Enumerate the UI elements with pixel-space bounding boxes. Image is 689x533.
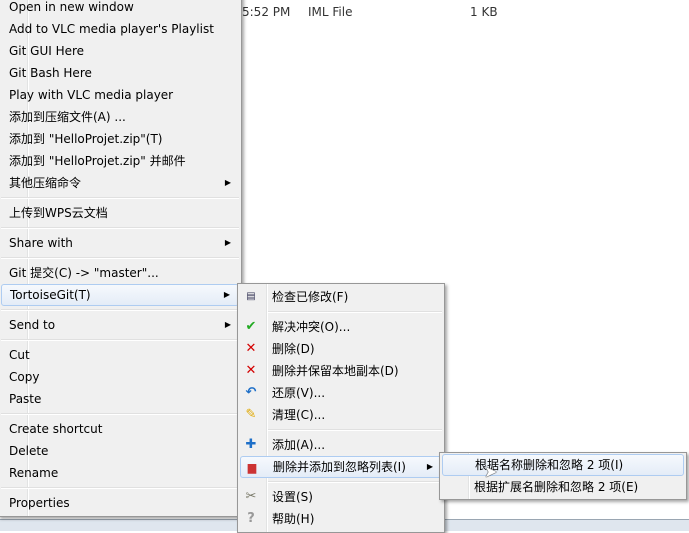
menu-create-shortcut[interactable]: Create shortcut xyxy=(1,418,239,440)
delete-x-icon: ✕ xyxy=(245,341,257,356)
menu-play-vlc[interactable]: Play with VLC media player xyxy=(1,84,239,106)
menu-label: TortoiseGit(T) xyxy=(10,288,91,302)
separator xyxy=(0,410,241,418)
menu-delete[interactable]: Delete xyxy=(1,440,239,462)
separator xyxy=(238,308,444,316)
separator xyxy=(0,306,241,314)
menu-cut[interactable]: Cut xyxy=(1,344,239,366)
submenu-arrow-icon: ▶ xyxy=(224,178,231,187)
menu-paste[interactable]: Paste xyxy=(1,388,239,410)
menu-label: 其他压缩命令 xyxy=(9,176,82,190)
menu-add-archive[interactable]: 添加到压缩文件(A) ... xyxy=(1,106,239,128)
submenu-arrow-icon: ▶ xyxy=(224,238,231,247)
add-plus-icon: ✚ xyxy=(245,437,257,452)
separator xyxy=(0,254,241,262)
tortoisegit-submenu: ▤ 检查已修改(F) ✔ 解决冲突(O)... ✕ 删除(D) ✕ 删除并保留本地副本(… xyxy=(237,283,445,533)
menu-label: 设置(S) xyxy=(272,490,313,504)
separator xyxy=(0,224,241,232)
menu-remove[interactable]: ✕ 删除(D) xyxy=(240,338,442,360)
settings-pliers-icon: ✂ xyxy=(245,489,257,504)
ignore-list-icon: ▆ xyxy=(247,461,257,474)
menu-send-to[interactable]: Send to ▶ xyxy=(1,314,239,336)
menu-git-bash[interactable]: Git Bash Here xyxy=(1,62,239,84)
revert-icon: ↶ xyxy=(245,385,257,400)
submenu-arrow-icon: ▶ xyxy=(426,462,433,471)
menu-remove-add-ignore[interactable]: ▆ 删除并添加到忽略列表(I) ▶ xyxy=(240,456,442,478)
menu-label: 还原(V)... xyxy=(272,386,326,400)
separator xyxy=(0,484,241,492)
menu-revert[interactable]: ↶ 还原(V)... xyxy=(240,382,442,404)
mouse-cursor-icon: ➤ xyxy=(484,462,498,481)
resolve-check-icon: ✔ xyxy=(245,319,257,334)
menu-properties[interactable]: Properties xyxy=(1,492,239,514)
menu-label: Share with xyxy=(9,236,73,250)
help-icon: ? xyxy=(247,511,255,526)
separator xyxy=(238,426,444,434)
menu-label: 删除并保留本地副本(D) xyxy=(272,364,399,378)
file-type: IML File xyxy=(308,5,353,19)
menu-rename[interactable]: Rename xyxy=(1,462,239,484)
menu-add-vlc-playlist[interactable]: Add to VLC media player's Playlist xyxy=(1,18,239,40)
file-size: 1 KB xyxy=(470,5,498,19)
menu-other-compress[interactable]: 其他压缩命令 ▶ xyxy=(1,172,239,194)
separator xyxy=(0,194,241,202)
menu-share-with[interactable]: Share with ▶ xyxy=(1,232,239,254)
context-menu: Open in new window Add to VLC media play… xyxy=(0,0,242,517)
menu-settings[interactable]: ✂ 设置(S) xyxy=(240,486,442,508)
submenu-arrow-icon: ▶ xyxy=(224,320,231,329)
menu-help[interactable]: ? 帮助(H) xyxy=(240,508,442,530)
menu-label: 添加(A)... xyxy=(272,438,326,452)
menu-git-gui[interactable]: Git GUI Here xyxy=(1,40,239,62)
menu-label: Send to xyxy=(9,318,56,332)
menu-add-zip-email[interactable]: 添加到 "HelloProjet.zip" 并邮件 xyxy=(1,150,239,172)
menu-label: 解决冲突(O)... xyxy=(272,320,351,334)
menu-label: 删除并添加到忽略列表(I) xyxy=(273,460,406,474)
separator xyxy=(238,478,444,486)
broom-icon: ✎ xyxy=(245,407,257,422)
file-modified-time: 5:52 PM xyxy=(242,5,291,19)
menu-resolve-conflict[interactable]: ✔ 解决冲突(O)... xyxy=(240,316,442,338)
menu-tortoisegit[interactable]: TortoiseGit(T) ▶ xyxy=(1,284,239,306)
menu-open-new-window[interactable]: Open in new window xyxy=(1,0,239,18)
ignore-submenu: 根据名称删除和忽略 2 项(I) 根据扩展名删除和忽略 2 项(E) xyxy=(439,452,687,500)
menu-label: 帮助(H) xyxy=(272,512,315,526)
menu-label: 删除(D) xyxy=(272,342,315,356)
menu-git-commit[interactable]: Git 提交(C) -> "master"... xyxy=(1,262,239,284)
menu-remove-keep-local[interactable]: ✕ 删除并保留本地副本(D) xyxy=(240,360,442,382)
submenu-arrow-icon: ▶ xyxy=(223,290,230,299)
menu-upload-wps[interactable]: 上传到WPS云文档 xyxy=(1,202,239,224)
menu-check-modifications[interactable]: ▤ 检查已修改(F) xyxy=(240,286,442,308)
menu-ignore-by-name[interactable]: 根据名称删除和忽略 2 项(I) xyxy=(442,454,684,476)
separator xyxy=(0,336,241,344)
menu-label: 清理(C)... xyxy=(272,408,326,422)
menu-copy[interactable]: Copy xyxy=(1,366,239,388)
menu-cleanup[interactable]: ✎ 清理(C)... xyxy=(240,404,442,426)
check-modifications-icon: ▤ xyxy=(246,291,256,302)
menu-add-zip[interactable]: 添加到 "HelloProjet.zip"(T) xyxy=(1,128,239,150)
menu-ignore-by-extension[interactable]: 根据扩展名删除和忽略 2 项(E) xyxy=(442,476,684,498)
menu-label: 检查已修改(F) xyxy=(272,290,349,304)
menu-add[interactable]: ✚ 添加(A)... xyxy=(240,434,442,456)
delete-x-icon: ✕ xyxy=(245,363,257,378)
